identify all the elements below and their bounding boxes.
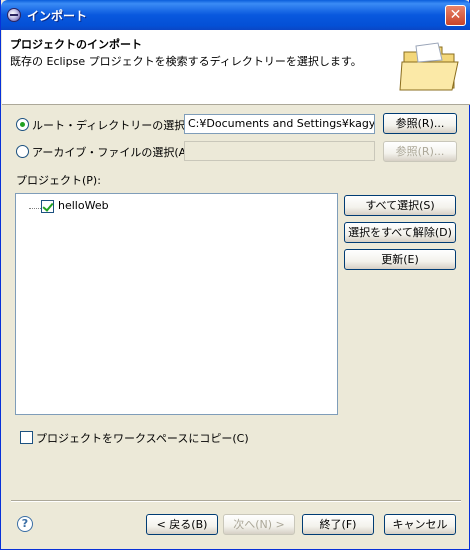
footer-separator [11, 500, 461, 502]
title-bar[interactable]: インポート ✕ [1, 0, 470, 30]
archive-file-label: アーカイブ・ファイルの選択(A): [32, 146, 195, 159]
copy-to-workspace-checkbox[interactable] [20, 431, 33, 444]
back-button[interactable]: < 戻る(B) [146, 514, 218, 535]
refresh-button[interactable]: 更新(E) [344, 249, 456, 270]
window-title: インポート [27, 9, 88, 23]
list-item[interactable]: helloWeb [16, 198, 216, 214]
root-directory-label: ルート・ディレクトリーの選択(T): [32, 119, 205, 132]
help-icon[interactable]: ? [17, 516, 33, 532]
project-name: helloWeb [58, 199, 109, 212]
open-folder-icon [399, 42, 459, 91]
wizard-page-title: プロジェクトのインポート [10, 38, 142, 51]
finish-button[interactable]: 終了(F) [302, 514, 374, 535]
cancel-button[interactable]: キャンセル [384, 514, 456, 535]
archive-file-radio[interactable] [16, 145, 29, 158]
deselect-all-button[interactable]: 選択をすべて解除(D) [344, 222, 456, 243]
projects-list[interactable]: helloWeb [15, 193, 338, 415]
root-directory-input[interactable]: C:¥Documents and Settings¥kagyuu¥ [184, 114, 375, 134]
close-button[interactable]: ✕ [445, 5, 466, 26]
archive-browse-button[interactable]: 参照(R)... [383, 141, 457, 162]
eclipse-icon [7, 8, 21, 22]
wizard-banner: プロジェクトのインポート 既存の Eclipse プロジェクトを検索するディレク… [2, 30, 470, 105]
wizard-page-description: 既存の Eclipse プロジェクトを検索するディレクトリーを選択します。 [10, 55, 362, 68]
copy-to-workspace-label: プロジェクトをワークスペースにコピー(C) [36, 432, 249, 445]
import-dialog: インポート ✕ プロジェクトのインポート 既存の Eclipse プロジェクトを… [0, 0, 470, 550]
root-browse-button[interactable]: 参照(R)... [383, 113, 457, 134]
select-all-button[interactable]: すべて選択(S) [344, 195, 456, 216]
project-checkbox[interactable] [41, 200, 54, 213]
root-directory-radio[interactable] [16, 118, 29, 131]
projects-label: プロジェクト(P): [16, 174, 101, 187]
archive-file-input[interactable] [184, 141, 375, 161]
next-button[interactable]: 次へ(N) > [223, 514, 295, 535]
